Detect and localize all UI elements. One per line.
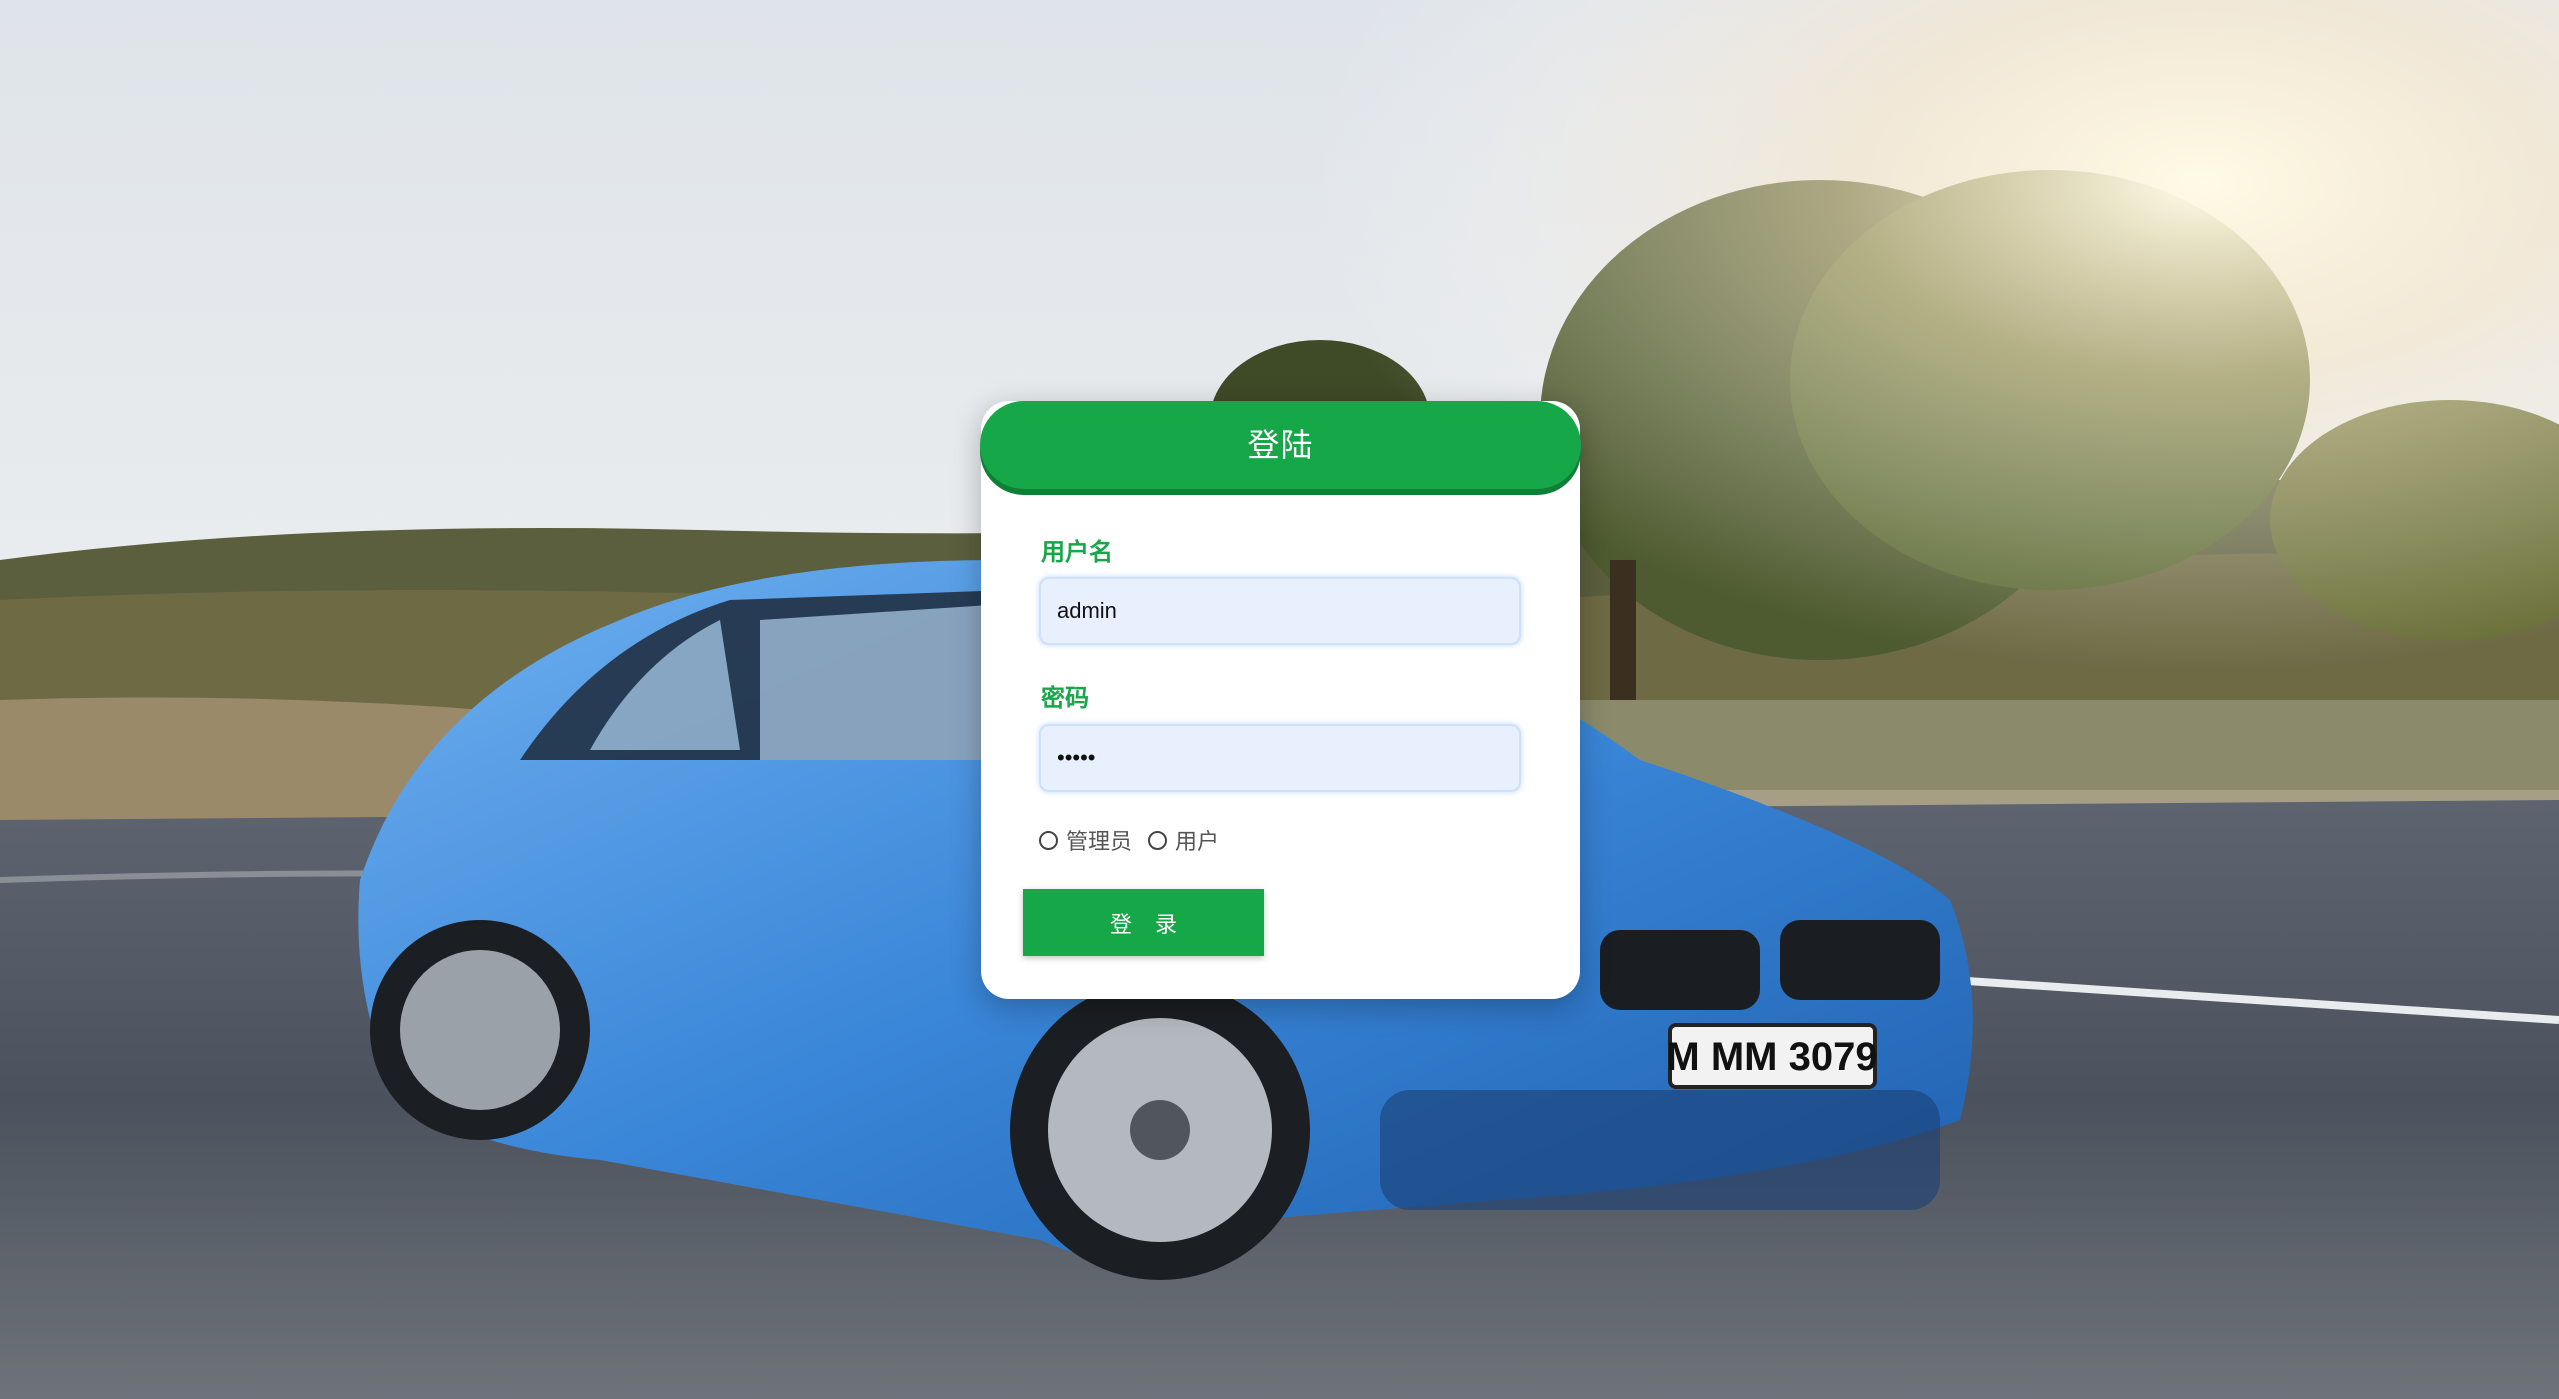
username-input[interactable] — [1039, 577, 1521, 645]
role-admin-label: 管理员 — [1066, 830, 1133, 855]
role-option-user[interactable]: 用户 — [1148, 824, 1219, 856]
role-user-label: 用户 — [1175, 830, 1220, 855]
radio-admin[interactable] — [1039, 830, 1058, 850]
role-selector: 管理员 用户 — [1039, 824, 1235, 856]
password-input[interactable] — [1039, 724, 1521, 792]
role-option-admin[interactable]: 管理员 — [1039, 824, 1132, 856]
login-page: M MM 3079 登陆 用户名 密码 管理员 用户 登 录 — [0, 0, 2559, 1399]
login-button[interactable]: 登 录 — [1023, 889, 1264, 956]
username-label: 用户名 — [1041, 538, 1113, 566]
login-card: 登陆 用户名 密码 管理员 用户 登 录 — [980, 401, 1581, 999]
password-label: 密码 — [1041, 684, 1089, 712]
svg-text:M MM 3079: M MM 3079 — [1666, 1035, 1877, 1079]
login-title: 登陆 — [980, 401, 1581, 489]
radio-user[interactable] — [1148, 830, 1168, 850]
